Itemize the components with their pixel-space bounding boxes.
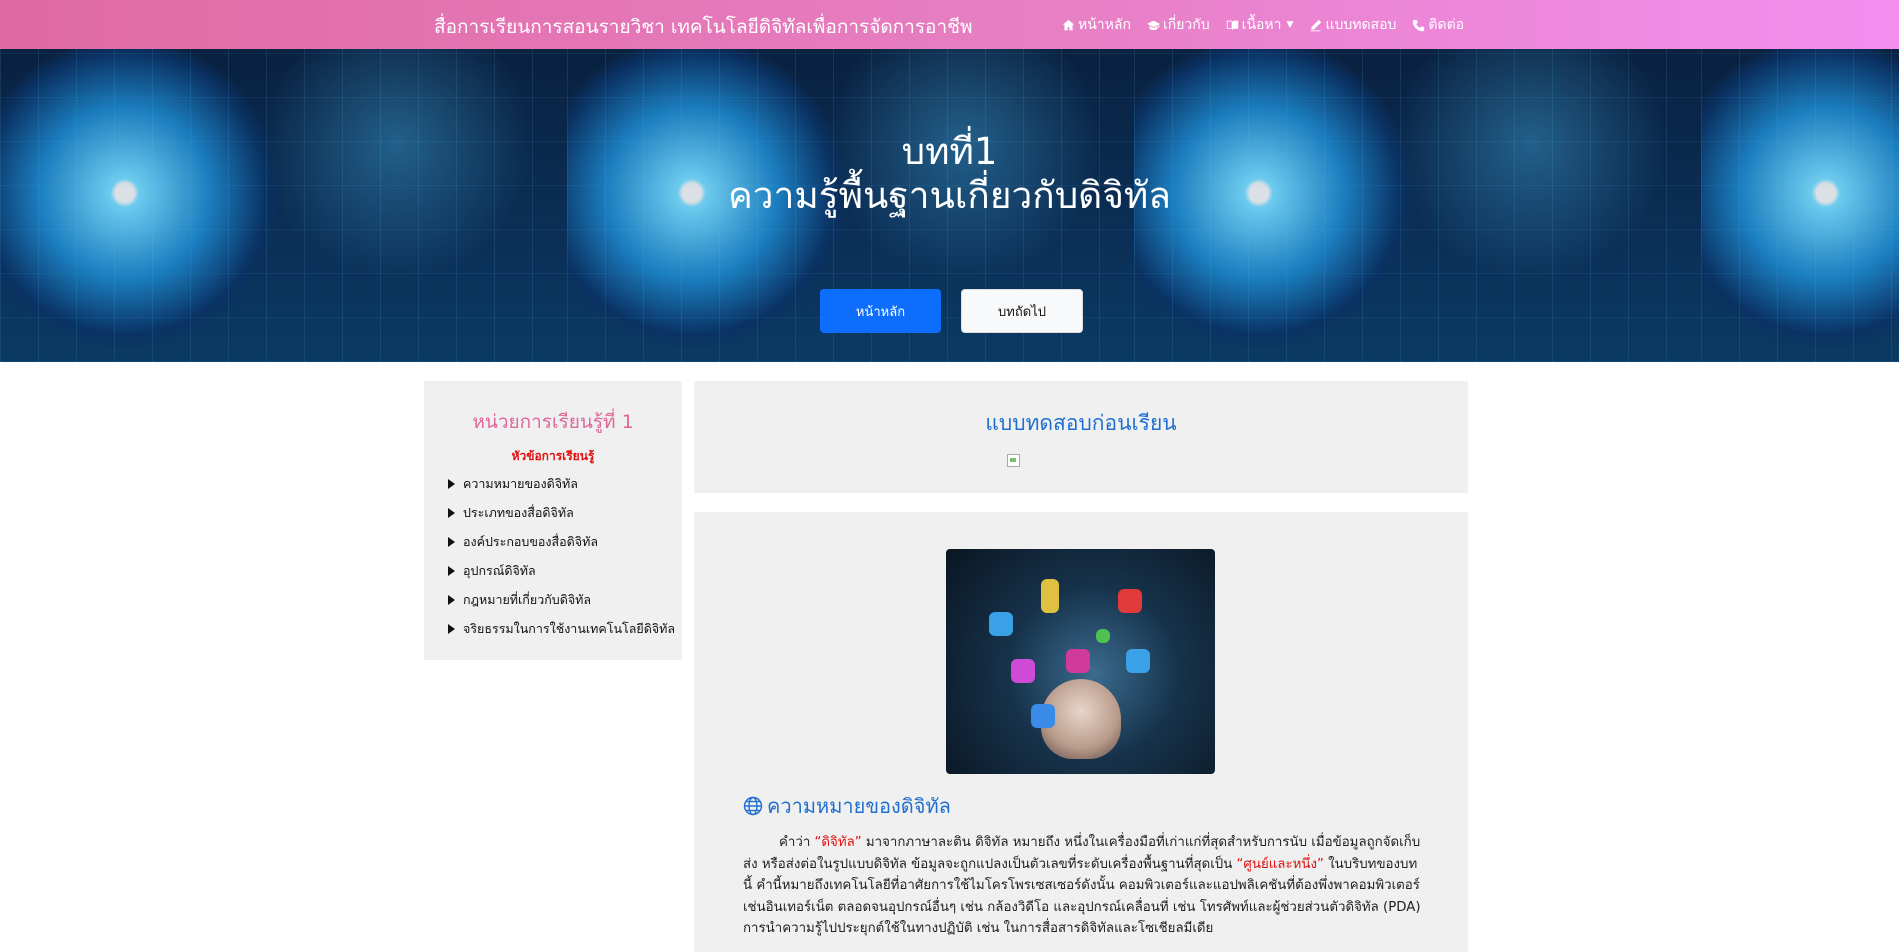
topic-item[interactable]: อุปกรณ์ดิจิทัล xyxy=(448,556,675,585)
book-icon xyxy=(1226,20,1238,30)
caret-right-icon xyxy=(448,536,455,547)
caret-right-icon xyxy=(448,507,455,518)
pretest-panel: แบบทดสอบก่อนเรียน xyxy=(694,381,1468,493)
contact-app-icon xyxy=(1096,629,1110,643)
topic-label: จริยธรรมในการใช้งานเทคโนโลยีดิจิทัล xyxy=(463,620,676,636)
topic-item[interactable]: ประเภทของสื่อดิจิทัล xyxy=(448,498,675,527)
hero-title-line1: บทที่1 xyxy=(901,130,998,173)
nav-menu: หน้าหลัก เกี่ยวกับ เนื้อหา ▼ แบบทดสอบ ติ… xyxy=(1062,14,1464,36)
wifi-app-icon xyxy=(1066,649,1090,673)
camera-app-icon xyxy=(1031,704,1055,728)
topic-item[interactable]: ความหมายของดิจิทัล xyxy=(448,469,675,498)
next-chapter-button[interactable]: บทถัดไป xyxy=(961,289,1083,333)
caret-right-icon xyxy=(448,623,455,634)
topic-label: กฎหมายที่เกี่ยวกับดิจิทัล xyxy=(463,591,592,607)
home-button[interactable]: หน้าหลัก xyxy=(820,289,941,333)
topic-item[interactable]: กฎหมายที่เกี่ยวกับดิจิทัล xyxy=(448,585,675,614)
pencil-icon xyxy=(1311,19,1322,31)
caret-right-icon xyxy=(448,478,455,489)
paragraph-text: คำว่า xyxy=(779,835,815,850)
topic-label: องค์ประกอบของสื่อดิจิทัล xyxy=(463,533,598,549)
nav-item-home[interactable]: หน้าหลัก xyxy=(1062,14,1131,36)
nav-item-content[interactable]: เนื้อหา ▼ xyxy=(1226,14,1294,36)
hero-banner: บทที่1 ความรู้พื้นฐานเกี่ยวกับดิจิทัล หน… xyxy=(0,49,1899,362)
nav-item-about[interactable]: เกี่ยวกับ xyxy=(1146,14,1210,36)
topic-item[interactable]: องค์ประกอบของสื่อดิจิทัล xyxy=(448,527,675,556)
highlight-term: “ดิจิทัล” xyxy=(814,835,862,850)
unit-sidebar: หน่วยการเรียนรู้ที่ 1 หัวข้อการเรียนรู้ … xyxy=(424,381,682,660)
definition-paragraph: คำว่า “ดิจิทัล” มาจากภาษาละติน ดิจิทัล ห… xyxy=(743,832,1423,940)
home-app-icon xyxy=(1118,589,1142,613)
topic-label: ความหมายของดิจิทัล xyxy=(463,475,578,491)
nav-item-contact[interactable]: ติดต่อ xyxy=(1412,14,1464,36)
topic-label: อุปกรณ์ดิจิทัล xyxy=(463,562,536,578)
graduation-cap-icon xyxy=(1146,20,1160,30)
caret-right-icon xyxy=(448,565,455,576)
chevron-down-icon: ▼ xyxy=(1286,20,1294,30)
section-title: ความหมายของดิจิทัล xyxy=(767,794,951,818)
caret-right-icon xyxy=(448,594,455,605)
globe-icon xyxy=(743,796,763,816)
sidebar-title: หน่วยการเรียนรู้ที่ 1 xyxy=(472,411,634,433)
nav-item-label: เกี่ยวกับ xyxy=(1162,17,1210,33)
nav-item-label: หน้าหลัก xyxy=(1078,17,1131,33)
browser-app-icon xyxy=(1126,649,1150,673)
top-navbar: สื่อการเรียนการสอนรายวิชา เทคโนโลยีดิจิท… xyxy=(0,0,1899,49)
home-icon xyxy=(1062,19,1075,30)
site-brand[interactable]: สื่อการเรียนการสอนรายวิชา เทคโนโลยีดิจิท… xyxy=(434,12,973,42)
topic-label: ประเภทของสื่อดิจิทัล xyxy=(463,504,574,520)
topic-list: ความหมายของดิจิทัล ประเภทของสื่อดิจิทัล … xyxy=(448,469,675,643)
chat-app-icon xyxy=(989,612,1013,636)
content-panel: ความหมายของดิจิทัล คำว่า “ดิจิทัล” มาจาก… xyxy=(694,512,1468,952)
nav-item-label: เนื้อหา xyxy=(1241,17,1282,33)
broken-image-icon[interactable] xyxy=(1007,454,1020,467)
phone-device-icon xyxy=(1041,579,1059,613)
nav-item-label: แบบทดสอบ xyxy=(1325,17,1397,33)
media-app-icon xyxy=(1011,659,1035,683)
pretest-title[interactable]: แบบทดสอบก่อนเรียน xyxy=(694,407,1468,440)
highlight-term: “ศูนย์และหนึ่ง” xyxy=(1236,856,1324,872)
hero-title-line2: ความรู้พื้นฐานเกี่ยวกับดิจิทัล xyxy=(728,174,1171,217)
nav-item-label: ติดต่อ xyxy=(1428,17,1465,33)
sidebar-subtitle: หัวข้อการเรียนรู้ xyxy=(511,449,595,463)
topic-item[interactable]: จริยธรรมในการใช้งานเทคโนโลยีดิจิทัล xyxy=(448,614,675,643)
digital-devices-illustration xyxy=(946,549,1215,774)
phone-icon xyxy=(1413,19,1425,31)
section-heading: ความหมายของดิจิทัล xyxy=(743,790,951,822)
nav-item-quiz[interactable]: แบบทดสอบ xyxy=(1309,14,1396,36)
